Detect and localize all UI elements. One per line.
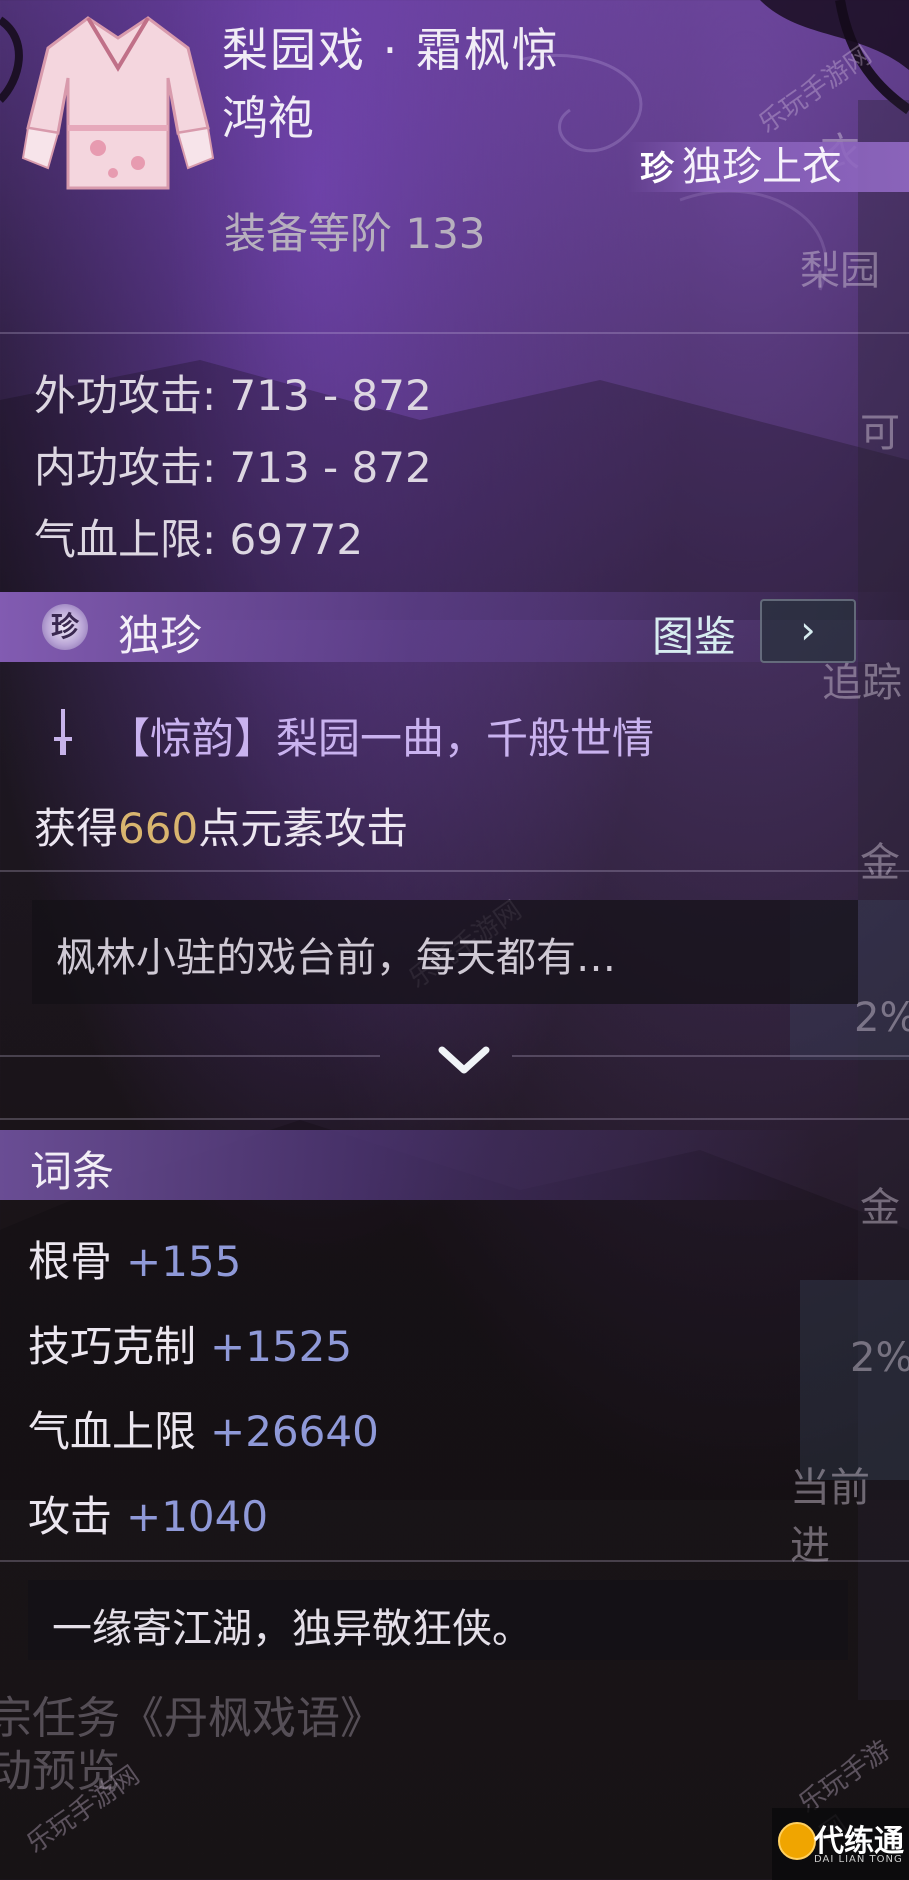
codex-label[interactable]: 图鉴	[652, 603, 736, 664]
item-type: 鸿袍	[222, 91, 314, 145]
codex-button[interactable]: ›	[760, 599, 856, 663]
equipment-rank: 装备等阶 133	[224, 209, 486, 258]
entry-row: 根骨 +155	[28, 1228, 241, 1289]
entry-name: 根骨	[28, 1237, 113, 1286]
unique-section-title: 独珍	[118, 611, 203, 660]
entry-row: 技巧克制 +1525	[28, 1313, 352, 1374]
flavor-quote: 一缘寄江湖，独异敬狂侠。	[52, 1606, 532, 1652]
effect-suffix: 点元素攻击	[198, 804, 409, 853]
gem-icon: 珍	[42, 604, 88, 650]
quality-label: 独珍上衣	[682, 144, 842, 190]
effect-prefix: 获得	[34, 804, 119, 853]
unique-skill-text: 【惊韵】梨园一曲，千般世情	[108, 714, 655, 763]
sword-icon	[54, 709, 72, 755]
item-description: 枫林小驻的戏台前，每天都有…	[56, 935, 616, 981]
quality-badge: 珍独珍上衣	[628, 142, 909, 192]
stat-max-hp: 气血上限: 69772	[34, 515, 364, 564]
entries-section-header	[0, 1130, 909, 1200]
divider	[0, 1118, 909, 1120]
stat-external-attack: 外功攻击: 713 - 872	[34, 371, 432, 420]
logo-icon	[778, 1822, 816, 1860]
item-name: 梨园戏 · 霜枫惊	[222, 23, 560, 77]
unique-effect-line: 获得660点元素攻击	[34, 795, 408, 856]
stat-internal-attack: 内功攻击: 713 - 872	[34, 443, 432, 492]
robe-icon	[21, 16, 215, 190]
entry-name: 气血上限	[28, 1407, 197, 1456]
chevron-right-icon: ›	[800, 608, 816, 652]
entry-name: 技巧克制	[28, 1322, 197, 1371]
entry-name: 攻击	[28, 1492, 113, 1541]
entry-row: 气血上限 +26640	[28, 1398, 379, 1459]
entry-value: +155	[126, 1237, 242, 1286]
entry-value: +1525	[210, 1322, 353, 1371]
divider	[0, 1560, 909, 1562]
site-logo: 代练通 DAI LIAN TONG	[772, 1808, 909, 1880]
gem-icon: 珍	[640, 149, 674, 189]
background-preview-text: 动预览	[0, 1746, 120, 1797]
divider	[0, 332, 909, 334]
chevron-down-icon[interactable]	[434, 1040, 494, 1080]
divider	[0, 1055, 380, 1057]
item-tooltip-panel: 梨园戏 · 霜枫惊 鸿袍 珍独珍上衣 装备等阶 133 外功攻击: 713 - …	[0, 0, 909, 1880]
entries-title: 词条	[30, 1147, 115, 1196]
entry-value: +1040	[126, 1492, 269, 1541]
entry-value: +26640	[210, 1407, 379, 1456]
entry-row: 攻击 +1040	[28, 1483, 268, 1544]
effect-value: 660	[118, 804, 199, 853]
divider	[0, 870, 909, 872]
divider	[512, 1055, 909, 1057]
logo-subtitle: DAI LIAN TONG	[814, 1854, 903, 1865]
